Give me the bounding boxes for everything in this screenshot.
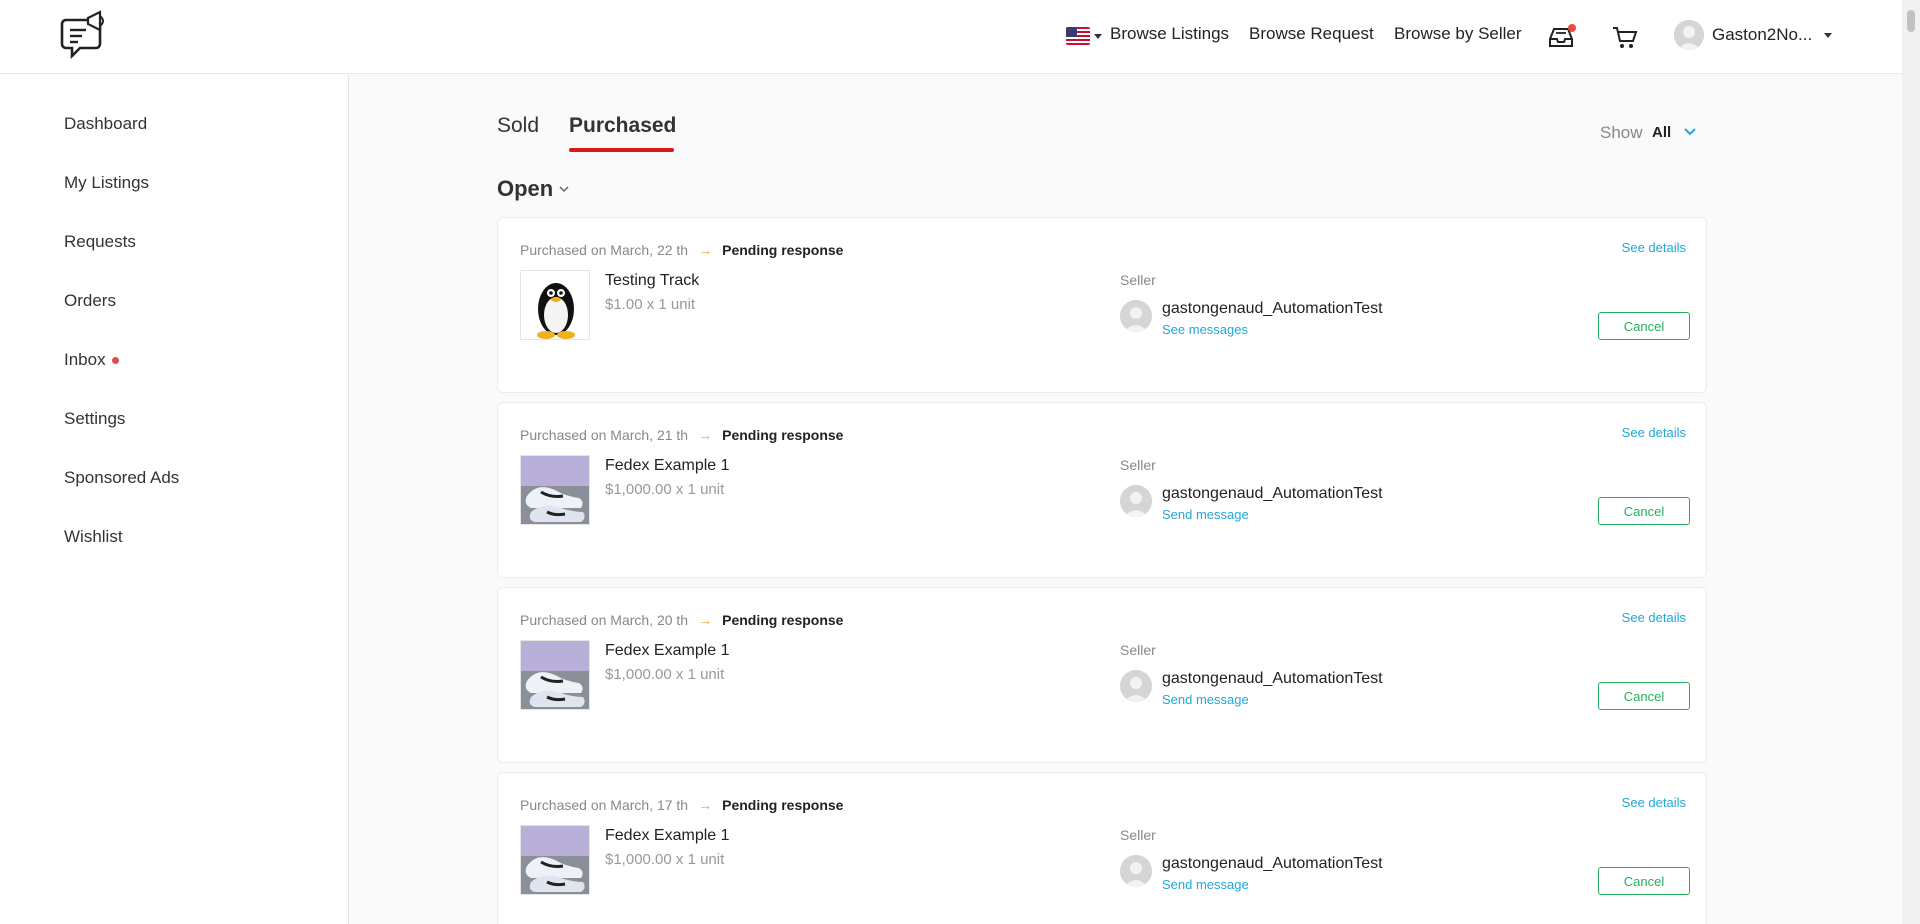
avatar: [1120, 485, 1152, 517]
sidebar-item-requests[interactable]: Requests: [64, 232, 136, 252]
see-details-link[interactable]: See details: [1622, 795, 1686, 810]
arrow-right-icon: →: [698, 242, 713, 258]
inbox-tray-icon[interactable]: [1546, 22, 1576, 52]
seller-name[interactable]: gastongenaud_AutomationTest: [1162, 670, 1383, 688]
tab-sold[interactable]: Sold: [497, 114, 539, 138]
tab-purchased[interactable]: Purchased: [569, 114, 676, 138]
order-card: Purchased on March, 21 th → Pending resp…: [497, 402, 1707, 578]
sidebar-item-settings[interactable]: Settings: [64, 409, 125, 429]
seller-label: Seller: [1120, 827, 1156, 843]
purchase-date: Purchased on March, 20 th: [520, 612, 689, 628]
avatar: [1120, 670, 1152, 702]
page-scrollbar[interactable]: [1902, 0, 1920, 924]
product-title[interactable]: Fedex Example 1: [605, 827, 730, 845]
logo-icon[interactable]: [60, 10, 112, 66]
notification-dot: [1568, 24, 1576, 32]
order-card: Purchased on March, 22 th → Pending resp…: [497, 217, 1707, 393]
order-status: Pending response: [722, 242, 844, 258]
user-name-menu[interactable]: Gaston2No...: [1712, 25, 1812, 45]
arrow-right-icon: →: [698, 427, 713, 443]
seller-label: Seller: [1120, 642, 1156, 658]
message-link[interactable]: Send message: [1162, 877, 1249, 892]
sidebar-item-my-listings[interactable]: My Listings: [64, 173, 149, 193]
chevron-down-icon: [1094, 33, 1102, 39]
sidebar-item-inbox[interactable]: Inbox: [64, 350, 119, 370]
nav-browse-by-seller[interactable]: Browse by Seller: [1394, 24, 1522, 44]
sidebar-item-label: Settings: [64, 409, 126, 428]
purchase-date: Purchased on March, 22 th: [520, 242, 689, 258]
order-card: Purchased on March, 17 th → Pending resp…: [497, 772, 1707, 924]
show-filter-value[interactable]: All: [1652, 124, 1671, 141]
sidebar: Dashboard My Listings Requests Orders In…: [0, 75, 349, 924]
order-status: Pending response: [722, 612, 844, 628]
seller-name[interactable]: gastongenaud_AutomationTest: [1162, 300, 1383, 318]
inbox-unread-dot: [111, 356, 119, 364]
cancel-button[interactable]: Cancel: [1598, 682, 1690, 710]
show-filter-label: Show: [1600, 123, 1643, 142]
sidebar-item-label: Requests: [64, 232, 136, 251]
order-meta: Purchased on March, 22 th → Pending resp…: [520, 242, 843, 258]
seller-label: Seller: [1120, 457, 1156, 473]
seller-name[interactable]: gastongenaud_AutomationTest: [1162, 485, 1383, 503]
product-thumbnail[interactable]: [520, 455, 590, 525]
sidebar-item-sponsored-ads[interactable]: Sponsored Ads: [64, 468, 179, 488]
seller-name[interactable]: gastongenaud_AutomationTest: [1162, 855, 1383, 873]
order-meta: Purchased on March, 21 th → Pending resp…: [520, 427, 843, 443]
product-price: $1,000.00 x 1 unit: [605, 666, 725, 683]
purchase-date: Purchased on March, 21 th: [520, 427, 689, 443]
top-header: Browse Listings Browse Request Browse by…: [0, 0, 1902, 74]
order-meta: Purchased on March, 17 th → Pending resp…: [520, 797, 843, 813]
product-title[interactable]: Fedex Example 1: [605, 642, 730, 660]
sidebar-item-wishlist[interactable]: Wishlist: [64, 527, 123, 547]
scrollbar-thumb[interactable]: [1907, 10, 1915, 32]
nav-browse-listings[interactable]: Browse Listings: [1110, 24, 1229, 44]
sidebar-item-orders[interactable]: Orders: [64, 291, 116, 311]
chevron-down-icon[interactable]: [1824, 33, 1832, 38]
chevron-down-icon: [559, 186, 569, 193]
us-flag-icon: [1066, 27, 1090, 45]
sidebar-item-label: Sponsored Ads: [64, 468, 180, 487]
order-status: Pending response: [722, 427, 844, 443]
message-link[interactable]: Send message: [1162, 507, 1249, 522]
cart-icon[interactable]: [1610, 22, 1640, 52]
sidebar-item-label: Orders: [64, 291, 116, 310]
message-link[interactable]: See messages: [1162, 322, 1248, 337]
avatar: [1120, 300, 1152, 332]
order-card: Purchased on March, 20 th → Pending resp…: [497, 587, 1707, 763]
chevron-down-icon[interactable]: [1682, 124, 1698, 140]
avatar[interactable]: [1674, 20, 1704, 50]
see-details-link[interactable]: See details: [1622, 240, 1686, 255]
sidebar-item-label: Inbox: [64, 350, 106, 369]
product-price: $1,000.00 x 1 unit: [605, 851, 725, 868]
sidebar-item-label: Wishlist: [64, 527, 123, 546]
product-title[interactable]: Testing Track: [605, 272, 699, 290]
sidebar-item-dashboard[interactable]: Dashboard: [64, 114, 147, 134]
order-status: Pending response: [722, 797, 844, 813]
cancel-button[interactable]: Cancel: [1598, 312, 1690, 340]
message-link[interactable]: Send message: [1162, 692, 1249, 707]
product-title[interactable]: Fedex Example 1: [605, 457, 730, 475]
order-meta: Purchased on March, 20 th → Pending resp…: [520, 612, 843, 628]
product-thumbnail[interactable]: [520, 270, 590, 340]
cancel-button[interactable]: Cancel: [1598, 867, 1690, 895]
product-price: $1,000.00 x 1 unit: [605, 481, 725, 498]
arrow-right-icon: →: [698, 612, 713, 628]
arrow-right-icon: →: [698, 797, 713, 813]
product-thumbnail[interactable]: [520, 825, 590, 895]
language-selector[interactable]: [1066, 27, 1102, 45]
section-title: Open: [497, 176, 554, 201]
see-details-link[interactable]: See details: [1622, 610, 1686, 625]
purchase-date: Purchased on March, 17 th: [520, 797, 689, 813]
see-details-link[interactable]: See details: [1622, 425, 1686, 440]
section-status-dropdown[interactable]: Open: [497, 176, 571, 202]
product-thumbnail[interactable]: [520, 640, 590, 710]
cancel-button[interactable]: Cancel: [1598, 497, 1690, 525]
sidebar-item-label: My Listings: [64, 173, 150, 192]
sidebar-item-label: Dashboard: [64, 114, 148, 133]
nav-browse-request[interactable]: Browse Request: [1249, 24, 1374, 44]
product-price: $1.00 x 1 unit: [605, 296, 696, 313]
seller-label: Seller: [1120, 272, 1156, 288]
avatar: [1120, 855, 1152, 887]
active-tab-indicator: [569, 148, 674, 152]
